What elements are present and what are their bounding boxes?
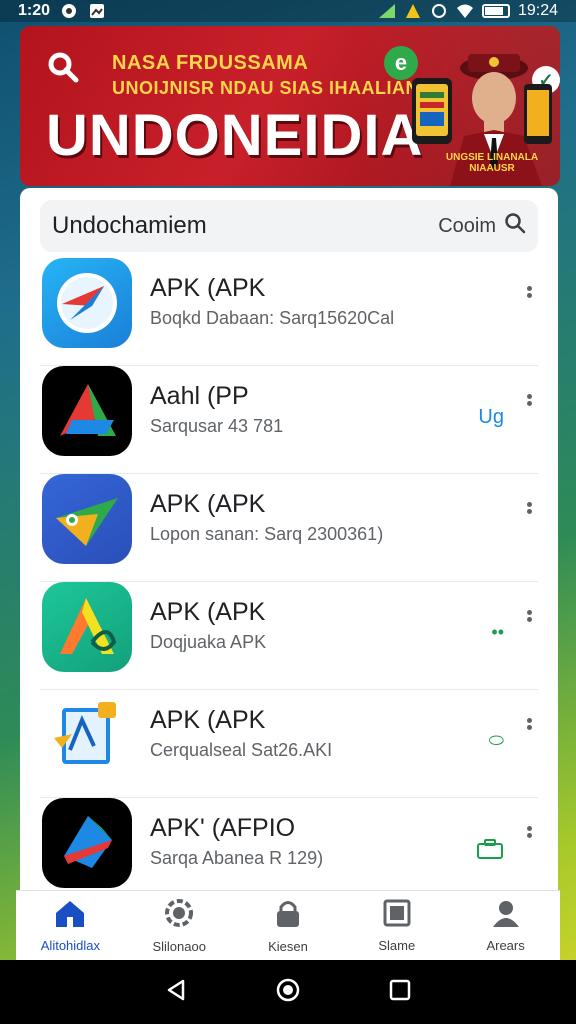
briefcase-icon[interactable] [476,838,504,865]
app-list: APK (APK Boqkd Dabaan: Sarq15620Cal Aahl… [20,258,558,890]
battery-icon [481,4,510,18]
vector-icon[interactable] [42,582,132,672]
banner-headline: NASA FRDUSSAMA [112,52,309,74]
more-options-icon[interactable] [524,284,534,306]
image-icon [88,3,106,19]
settings-icon [164,898,194,933]
app-name: APK (APK [150,706,266,734]
signal-icon [378,3,396,19]
app-list-item[interactable]: APK (APK Lopon sanan: Sarq 2300361) [40,474,538,582]
more-options-icon[interactable] [524,392,534,414]
nfc-icon [430,3,448,19]
app-list-item[interactable]: APK (APK Doqjuaka APK •• [40,582,538,690]
nav-label: Slame [378,937,416,953]
back-icon[interactable] [164,978,188,1007]
promo-banner[interactable]: NASA FRDUSSAMA UNOIJNISR NDAU SIAS IHAAL… [20,26,560,186]
banner-subheadline: UNOIJNISR NDAU SIAS IHAALIAN [112,78,420,98]
app-subtitle: Sarqusar 43 781 [150,416,284,436]
more-options-icon[interactable] [524,824,534,846]
home-icon [54,899,86,932]
nav-label: Arears [486,937,525,953]
lock-icon [275,898,301,933]
paper-plane-icon[interactable] [42,474,132,564]
wifi-icon [456,3,474,19]
search-bar[interactable]: Undochamiem Cooim [40,200,538,252]
nav-label: Kiesen [268,938,308,954]
more-options-icon[interactable] [524,716,534,738]
document-icon[interactable] [42,690,132,780]
app-subtitle: Lopon sanan: Sarq 2300361) [150,524,384,544]
nav-item-lock[interactable]: Kiesen [234,891,343,960]
search-title: Undochamiem [52,212,207,239]
nav-item-tablet[interactable]: Slame [342,891,451,960]
open-button[interactable]: ⬭ [489,730,504,751]
tablet-icon [383,899,411,932]
app-name: APK (APK [150,598,266,626]
search-icon[interactable] [504,212,526,240]
safari-icon[interactable] [42,258,132,348]
home-circle-icon[interactable] [275,977,301,1008]
app-list-item[interactable]: APK (APK Cerqualseal Sat26.AKI ⬭ [40,690,538,798]
app-list-item[interactable]: APK' (AFPIO Sarqa Abanea R 129) [40,798,538,890]
nav-item-settings[interactable]: Slilonaoo [125,891,234,960]
app-name: APK (APK [150,490,266,518]
app-subtitle: Cerqualseal Sat26.AKI [150,740,333,760]
status-bar: 1:20 19:24 [0,0,576,22]
arrow-a-icon[interactable] [42,366,132,456]
nav-label: Alitohidlax [40,937,101,953]
app-name: APK (APK [150,274,266,302]
status-time-right: 19:24 [517,2,558,19]
app-list-item[interactable]: APK (APK Boqkd Dabaan: Sarq15620Cal [40,258,538,366]
banner-title: UNDONEIDIA [46,103,424,168]
app-subtitle: Sarqa Abanea R 129) [150,848,324,868]
nav-item-account[interactable]: Arears [451,891,560,960]
app-list-panel: Undochamiem Cooim APK (APK Boqkd Dabaan:… [20,188,558,890]
app-name: APK' (AFPIO [150,814,296,842]
status-dots: •• [491,622,504,642]
app-name: Aahl (PP [150,382,249,410]
status-time-left: 1:20 [18,2,51,19]
banner-badge: UNGSIE LINANALA NIAAUSR [445,152,539,174]
person-icon [492,899,520,932]
bottom-navigation: Alitohidlax Slilonaoo Kiesen Slame Arear… [16,890,560,960]
app-subtitle: Doqjuaka APK [150,632,267,652]
nav-item-home[interactable]: Alitohidlax [16,891,125,960]
more-options-icon[interactable] [524,608,534,630]
nav-label: Slilonaoo [152,938,206,954]
warning-icon [404,3,422,19]
shield-icon[interactable] [42,798,132,888]
app-subtitle: Boqkd Dabaan: Sarq15620Cal [150,308,395,328]
update-button[interactable]: Ug [478,406,504,429]
search-action-label[interactable]: Cooim [438,215,496,238]
system-navigation-bar [0,960,576,1024]
alarm-icon [60,3,78,19]
app-list-item[interactable]: Aahl (PP Sarqusar 43 781 Ug [40,366,538,474]
search-icon[interactable] [46,50,80,84]
more-options-icon[interactable] [524,500,534,522]
recents-icon[interactable] [388,978,412,1007]
